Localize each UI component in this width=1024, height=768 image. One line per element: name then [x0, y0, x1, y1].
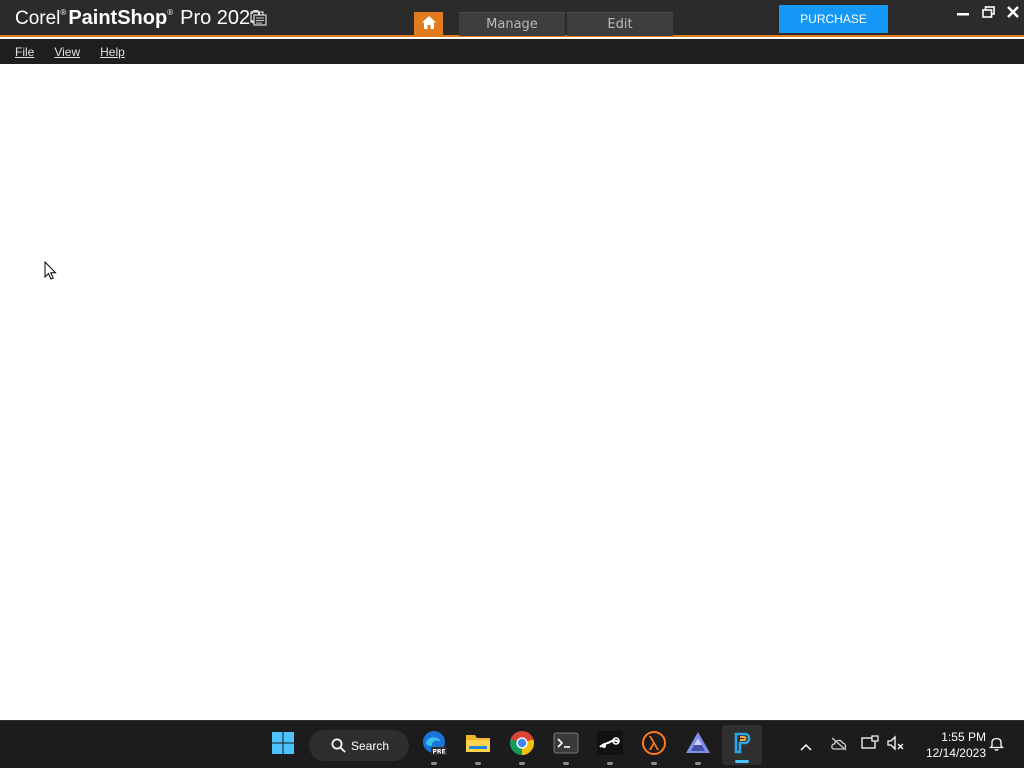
taskbar-terminal[interactable]	[550, 729, 582, 765]
terminal-running-indicator	[563, 762, 569, 765]
taskbar-clock[interactable]: 1:55 PM 12/14/2023	[912, 729, 986, 761]
clock-time: 1:55 PM	[941, 730, 986, 744]
menu-bar: File View Help	[0, 39, 1024, 64]
onedrive-icon	[830, 736, 848, 755]
taskbar-affinity[interactable]	[682, 729, 714, 765]
taskbar-edge[interactable]: PRE	[418, 729, 450, 765]
clock-date: 12/14/2023	[925, 746, 986, 760]
restore-button[interactable]	[977, 3, 999, 21]
home-tab-button[interactable]	[414, 12, 443, 36]
steam-running-indicator	[607, 762, 613, 765]
notification-button[interactable]	[987, 733, 1005, 757]
half-life-running-indicator	[651, 762, 657, 765]
tab-manage[interactable]: Manage	[459, 12, 565, 36]
edge-badge: PRE	[432, 749, 445, 756]
taskbar-half-life[interactable]	[638, 729, 670, 765]
brand-company: Corel	[15, 8, 61, 29]
workspace[interactable]	[0, 64, 1024, 720]
paintshop-active-indicator	[735, 760, 749, 763]
menu-file[interactable]: File	[15, 45, 34, 59]
chrome-icon	[509, 730, 535, 760]
brand-product: PaintShop	[68, 7, 168, 29]
tray-volume[interactable]	[886, 733, 906, 757]
affinity-icon	[685, 731, 711, 759]
speaker-muted-icon	[887, 735, 905, 755]
brand-registered: ®	[60, 8, 67, 17]
taskbar-file-explorer[interactable]	[462, 729, 494, 765]
taskbar-search[interactable]: Search	[309, 730, 409, 761]
chrome-running-indicator	[519, 762, 525, 765]
terminal-icon	[553, 732, 579, 758]
menu-view[interactable]: View	[54, 45, 80, 59]
tray-display[interactable]	[860, 733, 880, 757]
minimize-button[interactable]	[952, 3, 974, 21]
half-life-icon	[641, 730, 667, 760]
paintshop-icon	[730, 731, 754, 759]
close-button[interactable]	[1002, 3, 1024, 21]
show-hidden-icons-button[interactable]	[798, 733, 814, 757]
affinity-running-indicator	[695, 762, 701, 765]
taskbar-paintshop[interactable]	[722, 725, 762, 765]
tray-onedrive[interactable]	[828, 733, 850, 757]
taskbar: Search PRE 1:55 PM 12/14/2023	[0, 720, 1024, 768]
explorer-running-indicator	[475, 762, 481, 765]
app-logo: Corel ® PaintShop ® Pro 2023	[15, 7, 261, 31]
edge-running-indicator	[431, 762, 437, 765]
start-button[interactable]	[267, 729, 299, 761]
chevron-up-icon	[800, 736, 812, 755]
search-icon	[331, 738, 346, 756]
edge-icon: PRE	[421, 730, 447, 760]
windows-start-icon	[271, 731, 295, 759]
title-bar: Corel ® PaintShop ® Pro 2023 Manage Edit…	[0, 0, 1024, 37]
notification-bell-icon	[988, 735, 1004, 755]
whats-new-icon[interactable]	[250, 11, 267, 26]
display-icon	[861, 735, 879, 755]
close-icon	[1007, 3, 1019, 22]
menu-help[interactable]: Help	[100, 45, 125, 59]
taskbar-chrome[interactable]	[506, 729, 538, 765]
brand-registered-2: ®	[167, 8, 174, 17]
search-label: Search	[351, 738, 390, 753]
home-icon	[421, 15, 437, 34]
file-explorer-icon	[465, 732, 491, 758]
taskbar-steam[interactable]	[594, 729, 626, 765]
restore-icon	[981, 3, 995, 22]
minimize-icon	[957, 3, 969, 22]
mouse-cursor-icon	[44, 260, 57, 280]
steam-icon	[597, 731, 623, 759]
purchase-button[interactable]: PURCHASE	[779, 5, 888, 33]
tab-edit[interactable]: Edit	[567, 12, 673, 36]
